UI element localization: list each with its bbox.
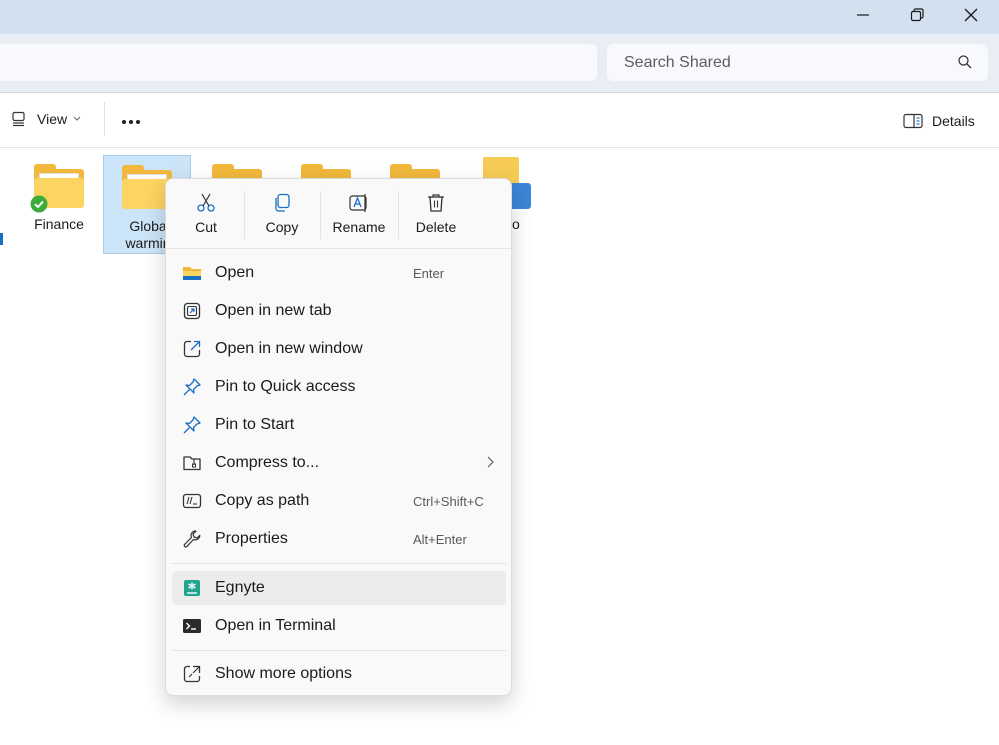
minimize-icon bbox=[857, 14, 869, 16]
copy-path-icon bbox=[182, 493, 202, 509]
search-box[interactable]: Search Shared bbox=[607, 44, 988, 81]
menu-item-shortcut: Ctrl+Shift+C bbox=[413, 494, 484, 509]
view-label: View bbox=[37, 111, 68, 127]
menu-item-label: Egnyte bbox=[215, 579, 265, 596]
close-icon bbox=[964, 8, 978, 22]
address-row: Search Shared bbox=[0, 34, 999, 93]
menu-item-pin-start[interactable]: Pin to Start bbox=[172, 408, 506, 442]
rename-button[interactable]: Rename bbox=[321, 189, 397, 241]
menu-item-copy-as-path[interactable]: Copy as path Ctrl+Shift+C bbox=[172, 484, 506, 518]
menu-item-label: Copy as path bbox=[215, 492, 310, 509]
command-bar: View Details bbox=[0, 94, 999, 148]
menu-item-label: Pin to Quick access bbox=[215, 378, 356, 395]
close-button[interactable] bbox=[944, 0, 998, 30]
menu-item-label: Show more options bbox=[215, 665, 352, 682]
menu-item-pin-quick-access[interactable]: Pin to Quick access bbox=[172, 370, 506, 404]
details-pane-icon bbox=[903, 113, 923, 129]
menu-item-open-new-tab[interactable]: Open in new tab bbox=[172, 294, 506, 328]
quick-actions: Cut Copy Rename Delete bbox=[166, 179, 511, 249]
folder-finance[interactable]: Finance bbox=[17, 157, 101, 237]
menu-item-label: Compress to... bbox=[215, 454, 320, 471]
menu-separator bbox=[172, 650, 506, 651]
menu-item-shortcut: Enter bbox=[413, 266, 445, 281]
folder-label: Finance bbox=[34, 216, 84, 232]
new-tab-icon bbox=[183, 302, 201, 320]
folder-open-icon bbox=[183, 267, 201, 280]
menu-separator bbox=[172, 563, 506, 564]
restore-icon bbox=[910, 8, 924, 22]
menu-item-label: Pin to Start bbox=[215, 416, 295, 433]
restore-button[interactable] bbox=[890, 0, 944, 30]
view-button[interactable]: View bbox=[11, 111, 81, 127]
pin-icon bbox=[183, 378, 201, 396]
delete-label: Delete bbox=[415, 219, 457, 235]
nav-indicator bbox=[0, 233, 3, 245]
cut-label: Cut bbox=[195, 219, 217, 235]
chevron-down-icon bbox=[73, 116, 81, 121]
view-icon bbox=[12, 111, 25, 127]
menu-item-properties[interactable]: Properties Alt+Enter bbox=[172, 522, 506, 556]
copy-icon bbox=[275, 193, 290, 212]
minimize-button[interactable] bbox=[836, 0, 890, 30]
search-icon[interactable] bbox=[958, 55, 972, 69]
pin-icon bbox=[183, 416, 201, 434]
file-label: o bbox=[512, 216, 520, 232]
menu-item-shortcut: Alt+Enter bbox=[413, 532, 467, 547]
menu-item-label: Open in new tab bbox=[215, 302, 332, 319]
menu-item-open-terminal[interactable]: Open in Terminal bbox=[172, 609, 506, 643]
menu-item-open-new-window[interactable]: Open in new window bbox=[172, 332, 506, 366]
menu-item-open[interactable]: Open Enter bbox=[172, 256, 506, 290]
toolbar-divider bbox=[104, 102, 105, 136]
copy-button[interactable]: Copy bbox=[244, 189, 320, 241]
menu-item-show-more-options[interactable]: Show more options bbox=[172, 657, 506, 691]
wrench-icon bbox=[183, 530, 201, 548]
details-label: Details bbox=[932, 113, 975, 129]
rename-icon bbox=[349, 194, 367, 212]
address-bar[interactable] bbox=[0, 44, 597, 81]
menu-item-label: Open in Terminal bbox=[215, 617, 336, 634]
new-window-icon bbox=[183, 340, 201, 358]
more-options-button[interactable] bbox=[122, 120, 140, 124]
menu-item-compress[interactable]: Compress to... bbox=[172, 446, 506, 480]
cut-button[interactable]: Cut bbox=[168, 189, 244, 241]
menu-item-egnyte[interactable]: Egnyte bbox=[172, 571, 506, 605]
rename-label: Rename bbox=[332, 219, 386, 235]
trash-icon bbox=[428, 194, 444, 212]
copy-label: Copy bbox=[265, 219, 299, 235]
menu-item-label: Properties bbox=[215, 530, 288, 547]
details-button[interactable]: Details bbox=[903, 113, 975, 129]
delete-button[interactable]: Delete bbox=[398, 189, 474, 241]
chevron-right-icon bbox=[487, 456, 494, 468]
terminal-icon bbox=[183, 619, 201, 633]
menu-item-label: Open bbox=[215, 264, 255, 281]
context-menu: Cut Copy Rename Delete Open Enter Open i… bbox=[165, 178, 512, 696]
search-placeholder: Search Shared bbox=[624, 54, 731, 71]
title-bar bbox=[0, 0, 999, 34]
egnyte-icon bbox=[184, 580, 200, 596]
scissors-icon bbox=[197, 193, 215, 212]
zip-folder-icon bbox=[183, 456, 201, 471]
menu-item-label: Open in new window bbox=[215, 340, 363, 357]
more-options-icon bbox=[183, 665, 201, 683]
sync-check-icon bbox=[30, 195, 48, 213]
